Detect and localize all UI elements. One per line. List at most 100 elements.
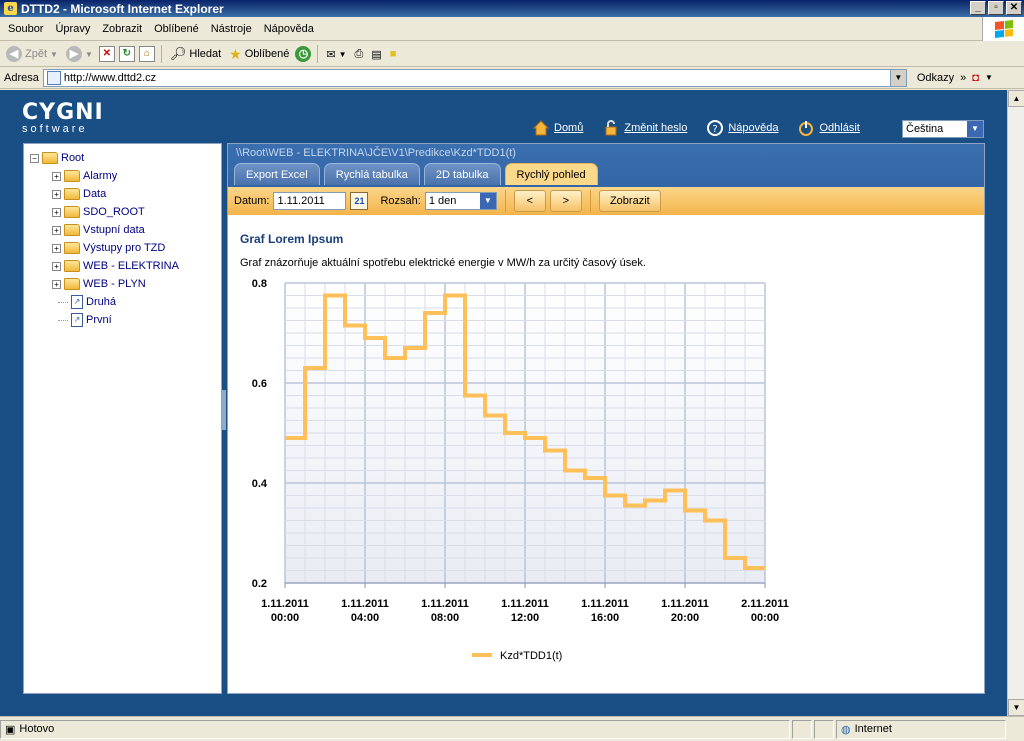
tab-export-excel[interactable]: Export Excel (234, 163, 320, 185)
print-icon: ⎙ (354, 47, 364, 60)
messenger-button[interactable]: ■ (388, 48, 399, 60)
chevron-down-icon[interactable]: ▼ (479, 193, 496, 209)
forward-button[interactable]: ▶ ▼ (64, 46, 95, 62)
next-button[interactable]: > (549, 190, 582, 212)
maximize-button[interactable]: ▫ (988, 1, 1004, 15)
panel-header: \\Root\WEB - ELEKTRINA\JČE\V1\Predikce\K… (228, 144, 984, 215)
expand-icon[interactable]: + (52, 243, 61, 253)
tab-quick-view[interactable]: Rychlý pohled (504, 163, 598, 185)
search-label: Hledat (189, 48, 222, 60)
prev-button[interactable]: < (513, 190, 546, 212)
tree-item-label[interactable]: SDO_ROOT (83, 206, 145, 218)
favorites-button[interactable]: ★ Oblíbené (227, 46, 291, 63)
pdf-icon[interactable]: ◘ (972, 72, 979, 84)
address-input[interactable]: http://www.dttd2.cz ▼ (42, 68, 907, 87)
expand-icon[interactable]: + (52, 207, 61, 217)
back-dropdown-icon[interactable]: ▼ (50, 50, 58, 59)
tree-item[interactable]: + Vstupní data (52, 221, 215, 239)
tree-doc-label[interactable]: První (86, 314, 112, 326)
folder-icon (42, 152, 58, 164)
help-link-label: Nápověda (728, 122, 779, 134)
change-password-link[interactable]: Změnit heslo (603, 120, 687, 136)
tree-doc-label[interactable]: Druhá (86, 296, 116, 308)
pdf-dropdown-icon[interactable]: ▼ (985, 73, 993, 82)
links-area[interactable]: Odkazy » ◘ ▼ (917, 72, 993, 84)
expand-icon[interactable]: + (52, 279, 61, 289)
collapse-icon[interactable]: − (30, 153, 39, 163)
home-icon[interactable]: ⌂ (138, 46, 155, 62)
search-button[interactable]: 🔎︎ Hledat (168, 46, 223, 62)
expand-icon[interactable]: + (52, 225, 61, 235)
show-button[interactable]: Zobrazit (598, 190, 661, 212)
power-icon (799, 121, 814, 136)
tree-item-label[interactable]: WEB - ELEKTRINA (83, 260, 179, 272)
media-icon[interactable]: ◷ (295, 46, 312, 62)
y-tick-label: 0.6 (252, 378, 267, 390)
help-link[interactable]: ? Nápověda (707, 120, 778, 136)
edit-button[interactable]: ▤ (369, 48, 383, 61)
close-button[interactable]: ✕ (1006, 1, 1022, 15)
tree-doc[interactable]: ↗ První (58, 311, 215, 329)
language-select[interactable]: Čeština ▼ (902, 120, 984, 138)
status-bar: ▣ Hotovo ◍ Internet (0, 716, 1024, 741)
browser-toolbar: ◀ Zpět ▼ ▶ ▼ ✕ ↻ ⌂ 🔎︎ Hledat ★ Oblíbené … (0, 42, 1024, 67)
scroll-up-icon[interactable]: ▲ (1008, 90, 1024, 107)
tree-root-label[interactable]: Root (61, 152, 84, 164)
panel-splitter[interactable] (222, 390, 226, 430)
menu-nastroje[interactable]: Nástroje (205, 23, 258, 35)
chevron-right-icon[interactable]: » (960, 72, 966, 84)
menu-napoveda[interactable]: Nápověda (258, 23, 320, 35)
tree-doc[interactable]: ↗ Druhá (58, 293, 215, 311)
note-icon: ■ (389, 48, 397, 60)
address-url[interactable]: http://www.dttd2.cz (64, 72, 156, 84)
menu-oblibene[interactable]: Oblíbené (148, 23, 205, 35)
search-icon: 🔎︎ (169, 46, 187, 61)
window-titlebar: e DTTD2 - Microsoft Internet Explorer _ … (0, 0, 1024, 17)
mail-button[interactable]: ✉ ▼ (324, 48, 348, 61)
back-button[interactable]: ◀ Zpět ▼ (4, 46, 60, 62)
tree-item-label[interactable]: WEB - PLYN (83, 278, 146, 290)
tab-quick-table[interactable]: Rychlá tabulka (323, 163, 420, 185)
date-input[interactable]: 1.11.2011 (273, 192, 347, 210)
calendar-icon[interactable]: 21 (350, 192, 369, 210)
x-tick-label: 2.11.2011 (741, 598, 789, 610)
stop-icon[interactable]: ✕ (98, 46, 115, 62)
tree-item[interactable]: + Data (52, 185, 215, 203)
forward-dropdown-icon[interactable]: ▼ (85, 50, 93, 59)
menu-zobrazit[interactable]: Zobrazit (96, 23, 148, 35)
tree-item[interactable]: + WEB - PLYN (52, 275, 215, 293)
tree-item[interactable]: + WEB - ELEKTRINA (52, 257, 215, 275)
minimize-button[interactable]: _ (970, 1, 986, 15)
print-button[interactable]: ⎙ (353, 48, 366, 61)
chevron-down-icon[interactable]: ▼ (967, 121, 983, 137)
expand-icon[interactable]: + (52, 189, 61, 199)
tab-2d-table[interactable]: 2D tabulka (423, 163, 501, 185)
logout-link[interactable]: Odhlásit (798, 120, 860, 136)
expand-icon[interactable]: + (52, 261, 61, 271)
folder-icon (64, 242, 80, 254)
content-panel: \\Root\WEB - ELEKTRINA\JČE\V1\Predikce\K… (227, 143, 985, 694)
home-link[interactable]: Domů (533, 120, 583, 136)
menu-soubor[interactable]: Soubor (2, 23, 49, 35)
tree-item-label[interactable]: Vstupní data (83, 224, 145, 236)
navigation-tree: − Root + Alarmy + Data + SDO_ROOT + Vstupní … (23, 143, 222, 694)
tree-item[interactable]: + Alarmy (52, 167, 215, 185)
menu-upravy[interactable]: Úpravy (49, 23, 96, 35)
range-select[interactable]: 1 den ▼ (424, 192, 497, 210)
tree-item-label[interactable]: Data (83, 188, 106, 200)
links-label[interactable]: Odkazy (917, 72, 954, 84)
x-tick-label: 00:00 (751, 612, 779, 624)
refresh-icon[interactable]: ↻ (118, 46, 135, 62)
vertical-scrollbar[interactable]: ▲ ▼ (1007, 90, 1024, 716)
tree-item-label[interactable]: Alarmy (83, 170, 117, 182)
scroll-down-icon[interactable]: ▼ (1008, 699, 1024, 716)
address-dropdown-icon[interactable]: ▼ (889, 69, 906, 86)
x-tick-label: 20:00 (671, 612, 699, 624)
address-bar: Adresa http://www.dttd2.cz ▼ Odkazy » ◘ … (0, 67, 1024, 89)
tree-root[interactable]: − Root (30, 149, 215, 167)
tree-item[interactable]: + SDO_ROOT (52, 203, 215, 221)
expand-icon[interactable]: + (52, 171, 61, 181)
tree-item-label[interactable]: Výstupy pro TZD (83, 242, 165, 254)
tree-item[interactable]: + Výstupy pro TZD (52, 239, 215, 257)
back-arrow-icon: ◀ (6, 46, 22, 62)
